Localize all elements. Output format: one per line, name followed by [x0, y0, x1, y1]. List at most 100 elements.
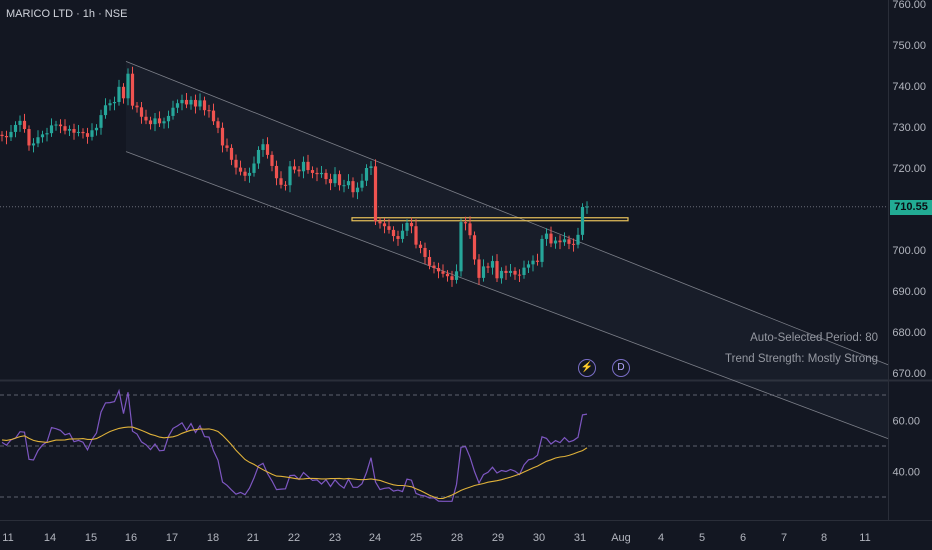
candle-body [252, 163, 256, 173]
price-axis-tick: 670.00 [892, 368, 926, 380]
candle-body [490, 261, 495, 268]
candle-body [166, 115, 171, 122]
candle-body [558, 240, 562, 243]
candle-body [544, 233, 549, 239]
candle-body [414, 226, 418, 245]
time-axis-tick: 11 [2, 532, 13, 544]
candle-body [310, 170, 315, 173]
candle-body [427, 256, 432, 266]
candle-body [94, 127, 99, 131]
candle-body [576, 234, 580, 245]
candle-body [220, 127, 225, 146]
price-axis-tick: 740.00 [892, 81, 926, 93]
candle-body [396, 236, 400, 239]
candle-body [202, 100, 207, 111]
candle-body [351, 181, 355, 193]
candle-body [81, 131, 85, 134]
candle-body [18, 120, 22, 125]
candle-body [319, 172, 324, 175]
candle-body [279, 178, 283, 185]
candle-body [400, 230, 405, 239]
candle-body [450, 276, 454, 280]
candle-body [270, 154, 274, 166]
candle-body [585, 206, 589, 208]
rsi-axis-tick: 40.00 [892, 467, 920, 479]
candle-body [135, 105, 139, 108]
lightning-icon[interactable]: ⚡ [578, 359, 596, 377]
candle-body [207, 110, 211, 112]
candle-body [72, 129, 76, 133]
candle-body [387, 226, 391, 230]
candle-body [369, 166, 373, 168]
candle-body [121, 86, 126, 99]
last-price-tag: 710.55 [890, 200, 932, 215]
candle-body [117, 86, 121, 102]
candle-body [508, 270, 513, 273]
candle-body [486, 266, 490, 268]
candle-body [49, 125, 54, 134]
candle-body [103, 105, 108, 116]
candle-body [364, 168, 369, 181]
candle-body [265, 144, 270, 155]
candle-body [9, 131, 13, 138]
symbol-title: MARICO LTD · 1h · NSE [6, 8, 128, 20]
candle-body [225, 145, 229, 148]
candle-body [292, 166, 297, 170]
candle-body [553, 240, 558, 244]
candle-body [256, 149, 261, 164]
candle-body [247, 172, 252, 176]
candle-body [58, 124, 63, 127]
rsi-axis-tick: 60.00 [892, 416, 920, 428]
candle-body [130, 73, 135, 106]
candle-body [63, 126, 67, 131]
candle-body [216, 121, 220, 128]
candle-body [378, 221, 382, 224]
candle-body [360, 180, 364, 188]
candle-body [85, 133, 90, 137]
candle-body [126, 73, 130, 99]
candle-body [342, 185, 346, 187]
candle-body [288, 166, 292, 186]
candle-body [382, 223, 387, 227]
time-axis-tick: 6 [740, 532, 746, 544]
candle-body [571, 243, 576, 245]
candle-body [211, 110, 216, 122]
candle-body [306, 161, 310, 171]
time-axis-tick: 23 [329, 532, 341, 544]
candle-body [54, 124, 58, 126]
candle-body [472, 235, 477, 260]
price-axis-tick: 750.00 [892, 40, 926, 52]
time-axis-tick: 11 [859, 532, 870, 544]
candle-body [229, 147, 234, 160]
candle-body [0, 134, 4, 137]
candle-body [234, 159, 238, 168]
time-axis-tick: 30 [533, 532, 545, 544]
dividend-icon[interactable]: D [612, 359, 630, 377]
candle-body [144, 116, 148, 121]
time-axis-tick: 4 [658, 532, 664, 544]
candle-body [297, 169, 301, 172]
candle-body [45, 133, 49, 135]
candle-body [346, 181, 351, 186]
candle-body [193, 99, 198, 107]
candle-body [243, 171, 247, 176]
candle-body [337, 174, 342, 186]
candle-body [495, 261, 499, 279]
time-axis-tick: Aug [611, 532, 631, 544]
candle-body [112, 101, 117, 104]
time-axis-tick: 28 [451, 532, 463, 544]
candle-body [40, 134, 45, 138]
candle-body [171, 107, 175, 116]
candle-body [567, 239, 571, 244]
time-axis-tick: 15 [85, 532, 97, 544]
candle-body [175, 103, 180, 108]
candle-body [67, 129, 72, 131]
candle-body [328, 179, 333, 184]
candle-body [535, 260, 540, 262]
candle-body [315, 172, 319, 175]
chart-canvas[interactable]: 670.00680.00690.00700.00710.00720.00730.… [0, 0, 932, 550]
candle-body [184, 99, 189, 105]
candle-body [441, 271, 445, 274]
candle-body [517, 274, 522, 276]
candle-body [580, 206, 585, 235]
